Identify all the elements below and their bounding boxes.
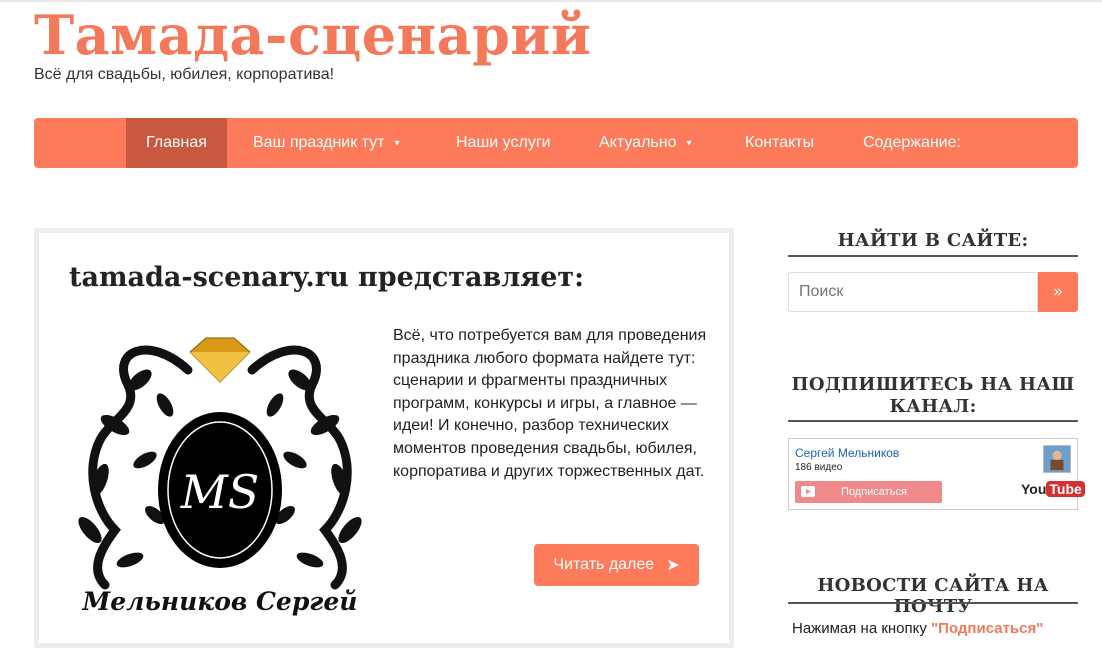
main-navigation: Главная Ваш праздник тут ▾ Наши услуги Ак… bbox=[34, 118, 1078, 168]
channel-avatar[interactable] bbox=[1043, 445, 1071, 473]
play-icon bbox=[801, 486, 815, 497]
melnikov-logo: MS Мельников Сергей bbox=[70, 330, 370, 620]
news-text-highlight: "Подписаться" bbox=[931, 620, 1044, 637]
nav-item-label: Ваш праздник тут bbox=[253, 134, 385, 151]
intro-text: Всё, что потребуется вам для проведения … bbox=[393, 327, 707, 480]
nav-item-contacts[interactable]: Контакты bbox=[725, 118, 834, 168]
nav-item-label: Контакты bbox=[745, 134, 815, 151]
nav-item-label: Главная bbox=[146, 134, 207, 151]
search-input[interactable] bbox=[788, 272, 1038, 312]
nav-item-current[interactable]: Актуально ▾ bbox=[579, 118, 712, 168]
nav-item-services[interactable]: Наши услуги bbox=[436, 118, 571, 168]
youtube-subscribe-widget: Сергей Мельников 186 видео Подписаться Y… bbox=[788, 438, 1085, 510]
site-title[interactable]: Тамада-сценарий bbox=[34, 0, 591, 70]
heading-divider bbox=[788, 420, 1078, 422]
logo-monogram: MS bbox=[180, 465, 260, 519]
logo-ornament-icon: MS Мельников Сергей bbox=[78, 337, 362, 616]
chevron-down-icon: ▾ bbox=[394, 138, 400, 149]
logo-caption: Мельников Сергей bbox=[82, 587, 358, 616]
subscribe-widget-heading: ПОДПИШИТЕСЬ НА НАШ КАНАЛ: bbox=[791, 374, 1075, 417]
youtube-subscribe-button[interactable]: Подписаться bbox=[795, 481, 942, 503]
youtube-logo-tube: Tube bbox=[1046, 481, 1085, 497]
search-submit-button[interactable]: » bbox=[1038, 272, 1078, 312]
heading-divider bbox=[788, 255, 1078, 257]
read-more-label: Читать далее bbox=[553, 556, 655, 573]
intro-heading: tamada-scenary.ru представляет: bbox=[69, 262, 585, 293]
nav-item-contents[interactable]: Содержание: bbox=[843, 118, 981, 168]
search-widget-heading: НАЙТИ В САЙТЕ: bbox=[837, 230, 1029, 251]
nav-item-your-holiday[interactable]: Ваш праздник тут ▾ bbox=[233, 118, 420, 168]
channel-name-link[interactable]: Сергей Мельников bbox=[795, 446, 899, 460]
read-more-button[interactable]: Читать далее ➤ bbox=[534, 544, 699, 586]
news-subscribe-text: Нажимая на кнопку "Подписаться" bbox=[792, 620, 1043, 637]
news-widget-heading: НОВОСТИ САЙТА НА ПОЧТУ bbox=[817, 575, 1049, 617]
youtube-logo-you: You bbox=[1021, 481, 1047, 497]
news-text-prefix: Нажимая на кнопку bbox=[792, 620, 932, 637]
subscribe-label: Подписаться bbox=[841, 486, 907, 498]
nav-item-label: Содержание: bbox=[863, 134, 961, 151]
nav-item-label: Актуально bbox=[599, 134, 677, 151]
video-count: 186 видео bbox=[795, 462, 843, 473]
chevron-down-icon: ▾ bbox=[686, 138, 692, 149]
arrow-right-icon: ➤ bbox=[666, 557, 680, 574]
heading-divider bbox=[788, 602, 1078, 604]
youtube-logo: You Tube bbox=[1021, 481, 1085, 499]
nav-item-home[interactable]: Главная bbox=[126, 118, 227, 168]
site-tagline: Всё для свадьбы, юбилея, корпоратива! bbox=[34, 66, 335, 83]
nav-item-label: Наши услуги bbox=[456, 134, 551, 151]
